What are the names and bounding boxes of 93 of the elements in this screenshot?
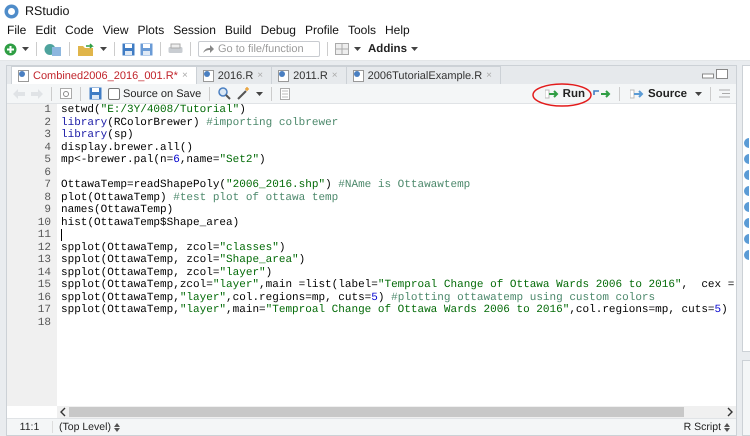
menu-item[interactable]: View — [100, 23, 135, 37]
wand-icon[interactable] — [237, 87, 250, 100]
document-icon — [278, 70, 290, 82]
print-icon[interactable] — [168, 42, 183, 56]
code-line: spplot(OttawaTemp, zcol="layer") — [61, 266, 272, 279]
window-title: RStudio — [25, 4, 70, 18]
new-window-icon[interactable] — [60, 88, 72, 99]
align-icon[interactable] — [719, 89, 730, 98]
caret-icon[interactable] — [410, 47, 418, 51]
document-icon — [352, 70, 364, 82]
line-number: 3 — [44, 129, 51, 142]
maximize-icon[interactable] — [716, 68, 728, 78]
code-line: library(sp) — [61, 129, 134, 142]
source-icon — [630, 88, 644, 98]
line-number: 6 — [44, 166, 51, 179]
file-type-selector[interactable]: R Script — [678, 421, 736, 433]
caret-icon[interactable] — [695, 92, 702, 96]
tab-label: 2016.R — [218, 70, 254, 82]
editor-tab[interactable]: 2006TutorialExample.R × — [346, 66, 502, 84]
menu-item[interactable]: Plots — [134, 23, 170, 37]
cursor-position: 11:1 — [7, 421, 53, 433]
line-number: 18 — [38, 316, 51, 329]
line-number: 15 — [38, 279, 51, 292]
code-line: plot(OttawaTemp) #test plot of ottawa temp — [61, 192, 338, 204]
line-number: 17 — [38, 304, 51, 316]
line-number: 4 — [44, 142, 51, 154]
code-line: OttawaTemp=readShapePoly("2006_2016.shp") #NAme is Ottawawtemp — [61, 179, 470, 192]
new-file-icon[interactable] — [4, 42, 17, 56]
code-line: spplot(OttawaTemp,zcol="layer",main =list(label="Temproal Change of Ottawa Wards 2006 to 2016", cex = — [61, 279, 734, 292]
updown-icon[interactable] — [114, 422, 120, 432]
caret-icon[interactable] — [354, 47, 361, 51]
code-line: spplot(OttawaTemp, zcol="classes") — [61, 242, 286, 254]
save-icon[interactable] — [140, 42, 153, 56]
line-number: 10 — [38, 216, 51, 229]
menu-item[interactable]: Debug — [258, 23, 302, 37]
line-number: 16 — [38, 292, 51, 304]
editor-tab[interactable]: 2011.R × — [271, 66, 347, 84]
tab-label: 2006TutorialExample.R — [368, 70, 482, 82]
menu-item[interactable]: Code — [62, 23, 100, 37]
goto-field[interactable]: Go to file/function — [198, 41, 320, 57]
updown-icon[interactable] — [724, 422, 730, 432]
project-icon[interactable] — [44, 42, 62, 56]
menu-item[interactable]: Edit — [32, 23, 62, 37]
scrollbar-thumb[interactable] — [69, 407, 684, 417]
menu-item[interactable]: Help — [382, 23, 416, 37]
line-number: 13 — [38, 254, 51, 266]
menu-item[interactable]: Session — [170, 23, 222, 37]
code-line: setwd("E:/3Y/4008/Tutorial") — [61, 104, 246, 116]
tab-label: Combined2006_2016_001.R* — [33, 70, 178, 82]
menu-item[interactable]: Build — [222, 23, 258, 37]
code-line: spplot(OttawaTemp,"layer",main="Temproal Change of Ottawa Wards 2006 to 2016",col.regions=mp, cuts=5) — [61, 304, 728, 316]
line-number: 1 — [44, 104, 51, 116]
document-icon — [18, 70, 29, 82]
annotation-circle — [530, 82, 593, 108]
folder-icon[interactable] — [77, 42, 95, 56]
source-on-save-checkbox[interactable]: Source on Save — [108, 88, 202, 100]
document-icon — [202, 70, 214, 82]
run-icon — [544, 88, 559, 98]
code-line: mp<-brewer.pal(n=6,name="Set2") — [61, 154, 266, 166]
code-line: spplot(OttawaTemp,"layer",col.regions=mp, cuts=5) #plotting ottawatemp using custom colors — [61, 292, 656, 304]
scope-selector[interactable]: (Top Level) — [53, 421, 126, 433]
tab-label: 2011.R — [293, 70, 328, 82]
save-icon[interactable] — [89, 87, 102, 100]
editor-tab[interactable]: Combined2006_2016_001.R* × — [11, 66, 197, 84]
outline-icon[interactable] — [280, 88, 290, 100]
caret-icon[interactable] — [22, 47, 29, 51]
line-number: 12 — [38, 242, 51, 254]
caret-icon[interactable] — [100, 47, 107, 51]
code-line: display.brewer.all() — [61, 142, 194, 154]
code-line: names(OttawaTemp) — [61, 204, 174, 216]
line-number: 5 — [44, 154, 51, 166]
code-line: hist(OttawaTemp$Shape_area) — [61, 216, 240, 229]
line-number: 2 — [44, 116, 51, 129]
line-number: 8 — [44, 192, 51, 204]
search-icon[interactable] — [218, 87, 232, 100]
caret-icon[interactable] — [256, 92, 264, 96]
code-line: spplot(OttawaTemp, zcol="Shape_area") — [61, 254, 306, 266]
code-line: library(RColorBrewer) #importing colbrewer — [61, 116, 338, 129]
save-icon[interactable] — [122, 42, 135, 56]
editor-tab[interactable]: 2016.R × — [196, 66, 272, 84]
line-number: 11 — [38, 229, 51, 242]
line-number: 14 — [38, 266, 51, 279]
line-number: 9 — [44, 204, 51, 216]
menu-item[interactable]: File — [4, 23, 32, 37]
menu-item[interactable]: Profile — [302, 23, 345, 37]
app-logo-icon — [4, 4, 19, 18]
arrow-icon — [203, 44, 214, 54]
addins-button[interactable]: Addins — [366, 43, 420, 55]
line-number: 7 — [44, 179, 51, 192]
source-button[interactable]: Source — [628, 88, 689, 100]
grid-icon[interactable] — [335, 43, 349, 55]
menu-item[interactable]: Tools — [344, 23, 382, 37]
rerun-icon[interactable] — [593, 88, 611, 98]
